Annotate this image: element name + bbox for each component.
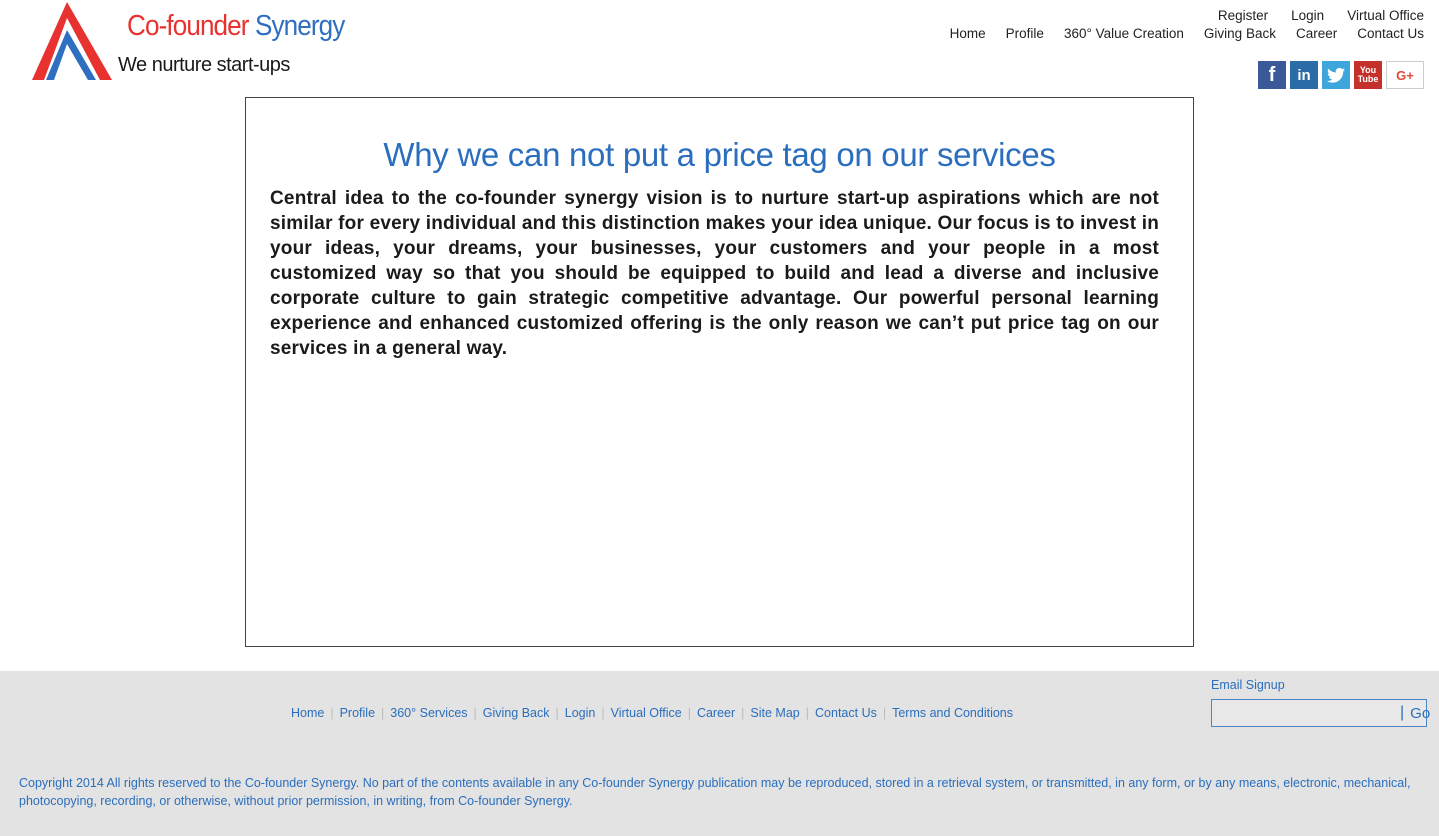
nav-home-link[interactable]: Home <box>950 26 986 41</box>
nav-giving-back-link[interactable]: Giving Back <box>1204 26 1276 41</box>
footer-separator: | <box>741 706 745 720</box>
signup-divider: | <box>1400 704 1405 721</box>
logo-title: Co-founder Synergy <box>127 10 345 42</box>
email-signup-input[interactable] <box>1212 701 1400 725</box>
footer-links: Home | Profile | 360° Services | Giving Bac… <box>291 706 1013 720</box>
facebook-icon[interactable]: f <box>1258 61 1286 89</box>
main-nav: Home Profile 360° Value Creation Giving … <box>950 26 1424 41</box>
footer-separator: | <box>601 706 605 720</box>
footer-contact-us-link[interactable]: Contact Us <box>815 706 877 720</box>
footer-separator: | <box>882 706 887 720</box>
google-plus-icon[interactable]: G+ <box>1386 61 1424 89</box>
footer-services-link[interactable]: 360° Services <box>390 706 467 720</box>
footer-profile-link[interactable]: Profile <box>340 706 375 720</box>
footer-separator: | <box>473 706 477 720</box>
nav-value-creation-link[interactable]: 360° Value Creation <box>1064 26 1184 41</box>
email-signup-form: | Go <box>1211 699 1430 727</box>
content-panel: Why we can not put a price tag on our se… <box>245 97 1194 647</box>
nav-register-link[interactable]: Register <box>1218 8 1268 23</box>
footer-separator: | <box>805 706 810 720</box>
footer-separator: | <box>687 706 691 720</box>
social-links: f in You Tube G+ <box>1258 61 1424 89</box>
signup-go-button[interactable]: Go <box>1410 705 1430 722</box>
logo-tagline: We nurture start-ups <box>118 54 290 76</box>
email-signup-label: Email Signup <box>1211 678 1285 692</box>
footer-terms-link[interactable]: Terms and Conditions <box>892 706 1013 720</box>
nav-contact-us-link[interactable]: Contact Us <box>1357 26 1424 41</box>
footer-site-map-link[interactable]: Site Map <box>750 706 799 720</box>
nav-profile-link[interactable]: Profile <box>1006 26 1044 41</box>
logo-roof-icon <box>32 2 112 80</box>
page-body-text: Central idea to the co-founder synergy v… <box>270 188 1159 359</box>
footer-home-link[interactable]: Home <box>291 706 324 720</box>
footer-login-link[interactable]: Login <box>565 706 596 720</box>
top-utility-nav: Register Login Virtual Office <box>1218 8 1424 23</box>
twitter-icon[interactable] <box>1322 61 1350 89</box>
page-title: Why we can not put a price tag on our se… <box>383 136 1056 173</box>
footer-career-link[interactable]: Career <box>697 706 735 720</box>
nav-virtual-office-link[interactable]: Virtual Office <box>1347 8 1424 23</box>
copyright-text: Copyright 2014 All rights reserved to th… <box>19 776 1411 808</box>
footer-separator: | <box>330 706 334 720</box>
footer-separator: | <box>555 706 559 720</box>
footer-giving-back-link[interactable]: Giving Back <box>483 706 550 720</box>
footer-virtual-office-link[interactable]: Virtual Office <box>611 706 682 720</box>
footer: Home | Profile | 360° Services | Giving Bac… <box>0 671 1439 836</box>
linkedin-icon[interactable]: in <box>1290 61 1318 89</box>
footer-separator: | <box>381 706 385 720</box>
nav-career-link[interactable]: Career <box>1296 26 1337 41</box>
logo[interactable]: Co-founder Synergy We nurture start-ups <box>30 0 345 82</box>
youtube-icon[interactable]: You Tube <box>1354 61 1382 89</box>
nav-login-link[interactable]: Login <box>1291 8 1324 23</box>
